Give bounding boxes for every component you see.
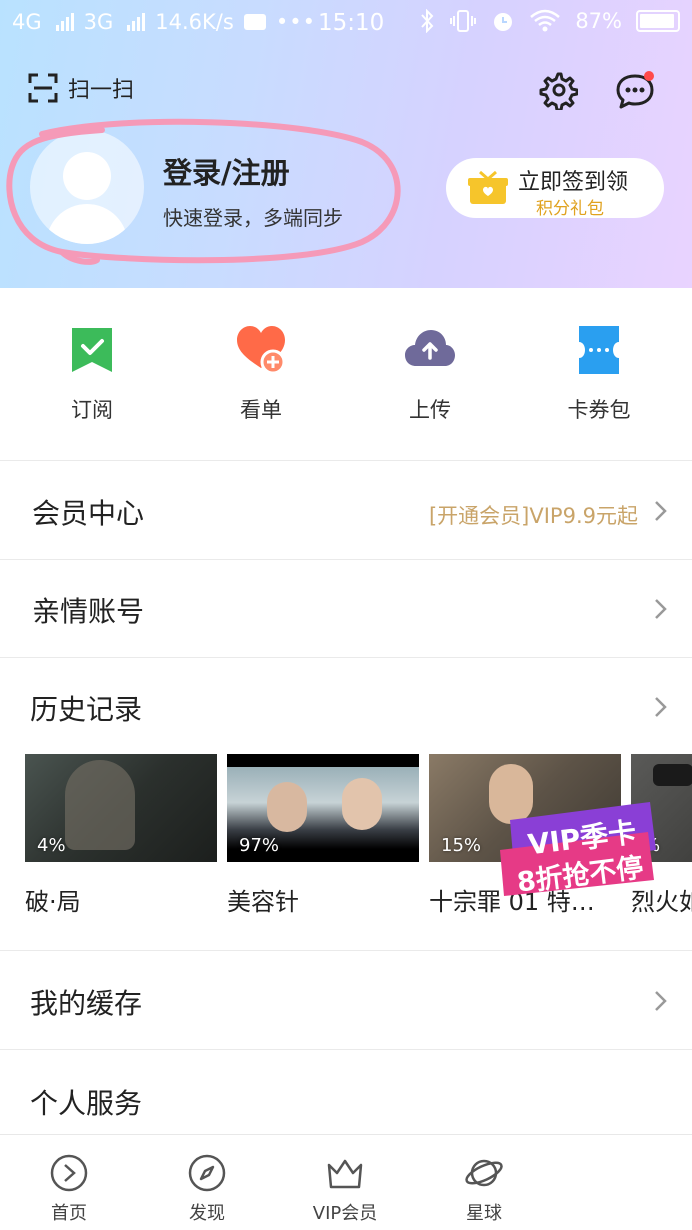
- vip-promo-text: [开通会员]VIP9.9元起: [428, 504, 638, 528]
- scan-button[interactable]: 扫一扫: [28, 72, 134, 104]
- family-account-row[interactable]: 亲情账号: [0, 560, 692, 658]
- personal-services-header: 个人服务: [30, 1087, 143, 1120]
- scan-icon: [28, 73, 58, 103]
- history-item-thumbnail[interactable]: 4%: [25, 754, 217, 862]
- login-register-title[interactable]: 登录/注册: [163, 150, 290, 192]
- tab-planet-label: 星球: [466, 1203, 502, 1224]
- battery-percent: 87%: [575, 9, 622, 33]
- scan-label: 扫一扫: [68, 78, 135, 103]
- avatar[interactable]: [30, 130, 144, 244]
- top-bar: 扫一扫: [0, 62, 692, 118]
- tab-home[interactable]: 首页: [19, 1153, 119, 1225]
- vip-season-card-ad[interactable]: VIP季卡 8折抢不停: [490, 798, 660, 898]
- sign-in-reward-button[interactable]: 立即签到领 积分礼包: [446, 158, 664, 219]
- play-circle-icon: [50, 1154, 88, 1192]
- network-speed: 14.6K/s: [155, 10, 234, 34]
- chevron-right-icon: [655, 501, 667, 521]
- alarm-icon: [494, 13, 513, 31]
- my-cache-label: 我的缓存: [30, 987, 143, 1020]
- quick-upload-label: 上传: [409, 398, 451, 422]
- compass-icon: [188, 1154, 226, 1192]
- divider: [0, 1049, 692, 1050]
- vip-center-row[interactable]: 会员中心 [开通会员]VIP9.9元起: [0, 462, 692, 560]
- quick-actions: 订阅 看单 上传 卡券包: [0, 288, 692, 460]
- my-cache-row[interactable]: 我的缓存: [0, 952, 692, 1050]
- chevron-right-icon: [655, 599, 667, 619]
- more-notifications: •••: [275, 10, 316, 34]
- quick-coupons-label: 卡券包: [567, 398, 631, 422]
- app-notification-icon: [243, 14, 266, 30]
- tab-discover-label: 发现: [189, 1203, 225, 1224]
- history-progress: 97%: [239, 835, 280, 856]
- message-icon[interactable]: [614, 70, 656, 112]
- divider: [0, 950, 692, 951]
- crown-icon: [327, 1159, 363, 1189]
- quick-upload[interactable]: 上传: [370, 324, 490, 424]
- planet-icon: [465, 1159, 503, 1187]
- settings-gear-icon[interactable]: [538, 70, 578, 110]
- chevron-right-icon: [655, 697, 667, 717]
- gift-icon: [468, 170, 508, 204]
- quick-subscribe[interactable]: 订阅: [32, 324, 152, 424]
- history-item-title[interactable]: 破·局: [25, 882, 81, 917]
- vibrate-icon: [450, 10, 477, 32]
- tab-vip-label: VIP会员: [312, 1203, 378, 1224]
- quick-coupons[interactable]: 卡券包: [539, 324, 659, 424]
- tab-planet[interactable]: 星球: [434, 1153, 534, 1225]
- bluetooth-icon: [421, 9, 434, 33]
- network-3g: 3G: [83, 10, 114, 34]
- chevron-right-icon: [655, 991, 667, 1011]
- battery-icon: [636, 10, 680, 32]
- tab-home-label: 首页: [51, 1203, 87, 1224]
- tab-discover[interactable]: 发现: [157, 1153, 257, 1225]
- ticket-icon: [579, 326, 619, 374]
- quick-watchlist[interactable]: 看单: [201, 324, 321, 424]
- wifi-icon: [530, 9, 561, 32]
- quick-subscribe-label: 订阅: [71, 398, 113, 422]
- history-progress: 15%: [441, 835, 482, 856]
- history-progress: 4%: [37, 835, 66, 856]
- family-account-label: 亲情账号: [32, 595, 145, 628]
- tab-vip[interactable]: VIP会员: [295, 1153, 395, 1225]
- signal-icon: [55, 13, 74, 31]
- signal-icon: [127, 13, 146, 31]
- bookmark-icon: [72, 328, 112, 372]
- history-item-thumbnail[interactable]: 97%: [227, 754, 419, 862]
- avatar-head: [63, 152, 111, 200]
- divider: [0, 460, 692, 461]
- network-4g: 4G: [12, 10, 42, 34]
- sign-in-label: 立即签到领: [518, 170, 629, 195]
- status-bar: 4G 3G 14.6K/s ••• 15:10 87%: [0, 0, 692, 48]
- cloud-upload-icon: [405, 330, 455, 366]
- clock: 15:10: [318, 10, 385, 36]
- bottom-tab-bar: 首页 发现 VIP会员 星球: [0, 1134, 692, 1230]
- vip-center-label: 会员中心: [32, 497, 145, 530]
- heart-add-icon: [237, 326, 286, 375]
- history-row[interactable]: 历史记录: [0, 658, 692, 756]
- points-gift-label: 积分礼包: [536, 199, 604, 219]
- login-subtitle: 快速登录，多端同步: [163, 206, 343, 230]
- quick-watchlist-label: 看单: [240, 398, 282, 422]
- avatar-body: [46, 204, 128, 244]
- history-label: 历史记录: [30, 693, 143, 726]
- history-item-title[interactable]: 美容针: [227, 882, 299, 917]
